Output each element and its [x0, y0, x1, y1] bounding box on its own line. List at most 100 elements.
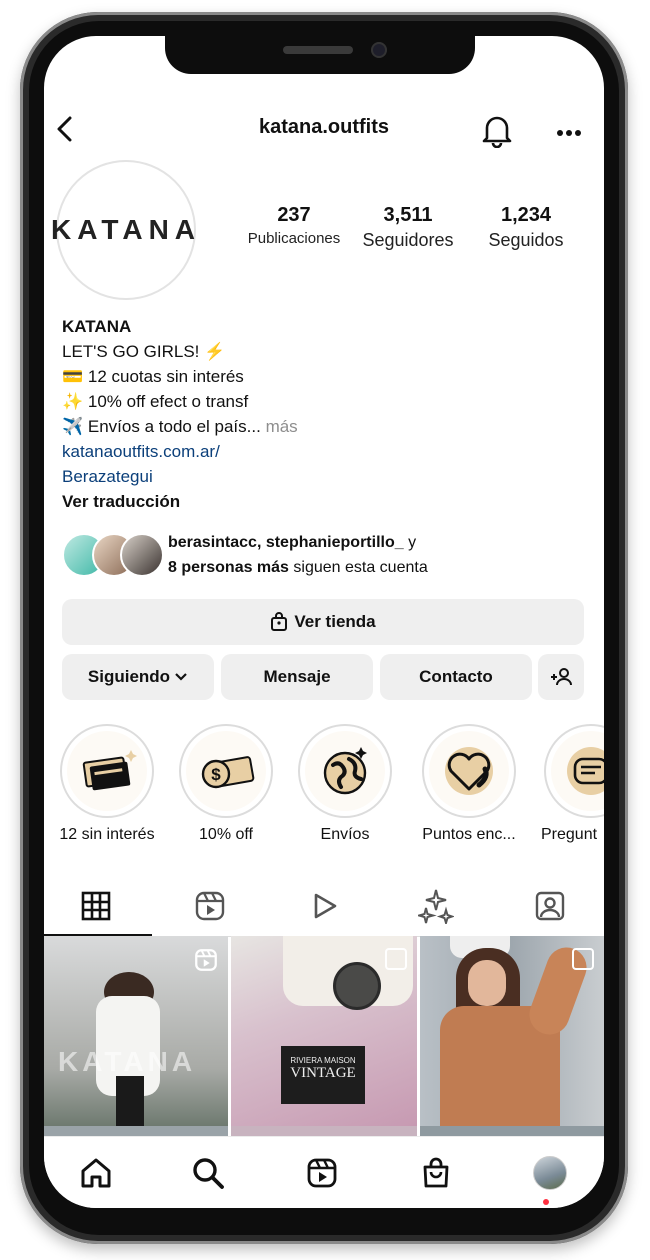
tab-videos[interactable]: [306, 888, 342, 924]
notifications-button[interactable]: [480, 112, 514, 153]
bio-line-4-row: ✈️ Envíos a todo el país... más: [62, 414, 592, 439]
nav-home[interactable]: [76, 1153, 116, 1193]
highlight-cover: [305, 731, 385, 811]
following-label: Seguidos: [488, 230, 564, 250]
highlight-envios[interactable]: Envíos: [290, 724, 400, 844]
sparkles-icon: [418, 889, 454, 924]
bio-website-link[interactable]: katanaoutfits.com.ar/: [62, 439, 592, 464]
profile-bio: KATANA LET'S GO GIRLS! ⚡ 💳 12 cuotas sin…: [62, 314, 592, 514]
highlight-ring: [422, 724, 516, 818]
money-icon: $: [201, 756, 255, 789]
nav-shop[interactable]: [416, 1153, 456, 1193]
followed-by-suffix: siguen esta cuenta: [288, 559, 428, 576]
tab-tagged[interactable]: [532, 888, 568, 924]
followers-label: Seguidores: [362, 230, 454, 250]
avatar-logo-text: KATANA: [50, 214, 202, 245]
nav-reels[interactable]: [302, 1153, 342, 1193]
bio-line-1: LET'S GO GIRLS! ⚡: [62, 342, 226, 361]
search-icon: [193, 1158, 224, 1189]
following-label-text: Siguiendo: [87, 667, 171, 686]
reels-icon: [195, 891, 225, 921]
highlight-puntos-encuentro[interactable]: Puntos enc...: [409, 724, 529, 844]
followed-by-and: y: [403, 534, 417, 551]
shopping-bag-icon: [271, 612, 288, 631]
highlight-label: 12 sin interés: [59, 826, 155, 843]
see-translation-link[interactable]: Ver traducción: [62, 489, 592, 514]
grid-post-2[interactable]: RIVIERA MAISON VINTAGE: [231, 936, 417, 1126]
grid-icon: [81, 891, 111, 921]
tab-posts-grid[interactable]: [78, 888, 114, 924]
following-button[interactable]: Siguiendo: [62, 654, 214, 700]
heart-icon: [445, 747, 493, 795]
view-shop-label: Ver tienda: [294, 612, 376, 631]
speaker: [283, 46, 353, 54]
globe-icon: [323, 747, 367, 795]
nav-profile[interactable]: [530, 1153, 570, 1193]
view-shop-button[interactable]: Ver tienda: [62, 599, 584, 645]
chat-icon: [567, 747, 604, 795]
photo-pants: [116, 1076, 144, 1126]
posts-grid: KATANA RIVIERA MAISON VINTAGE: [44, 936, 604, 1138]
highlight-label: Puntos enc...: [422, 826, 516, 843]
followers-stat[interactable]: 3,511 Seguidores: [350, 204, 466, 251]
multi-photo-icon: [385, 948, 407, 970]
highlight-label: 10% off: [199, 826, 253, 843]
message-button[interactable]: Mensaje: [221, 654, 373, 700]
grid-post-1[interactable]: KATANA: [44, 936, 228, 1126]
profile-name: KATANA: [62, 317, 132, 336]
bio-line-2: 💳 12 cuotas sin interés: [62, 367, 244, 386]
more-dots-icon: [557, 130, 581, 136]
nav-search[interactable]: [188, 1153, 228, 1193]
add-person-icon: [551, 668, 572, 686]
reels-icon: [307, 1158, 337, 1188]
bio-location-link[interactable]: Berazategui: [62, 464, 592, 489]
profile-tabs: [44, 876, 604, 937]
reels-badge-icon: [195, 949, 217, 971]
highlight-10-off[interactable]: $ 10% off: [171, 724, 281, 844]
posts-label: Publicaciones: [247, 230, 341, 247]
highlight-label: Pregunt: [541, 826, 598, 843]
highlight-ring: [544, 724, 604, 818]
grid-post-3[interactable]: [420, 936, 604, 1126]
bio-line-3: ✨ 10% off efect o transf: [62, 392, 249, 411]
multi-photo-icon: [572, 948, 594, 970]
profile-avatar[interactable]: KATANA: [51, 160, 196, 300]
highlight-cover: $: [186, 731, 266, 811]
label-line-2: VINTAGE: [290, 1065, 356, 1081]
contact-button[interactable]: Contacto: [380, 654, 532, 700]
highlight-cover: [429, 731, 509, 811]
photo-watermark: KATANA: [58, 1046, 197, 1077]
photo-patch: [333, 962, 381, 1010]
posts-stat[interactable]: 237 Publicaciones: [236, 204, 352, 247]
highlight-12-sin-interes[interactable]: 12 sin interés: [52, 724, 162, 844]
highlight-cover: [67, 731, 147, 811]
highlight-preguntas[interactable]: Pregunt: [536, 724, 604, 844]
bio-more-link[interactable]: más: [261, 417, 298, 436]
screen: katana.outfits KATANA 237 Publicaciones …: [44, 36, 604, 1208]
highlight-label: Envíos: [320, 826, 370, 843]
highlight-ring: $: [179, 724, 273, 818]
followed-by-row[interactable]: berasintacc, stephanieportillo_ y 8 pers…: [62, 530, 602, 580]
more-options-button[interactable]: [556, 124, 582, 142]
shopping-bag-icon: [423, 1157, 449, 1188]
photo-face: [468, 960, 506, 1006]
tab-reels[interactable]: [192, 888, 228, 924]
highlight-cover: [551, 731, 604, 811]
posts-count: 237: [277, 204, 311, 226]
suggested-users-button[interactable]: [538, 654, 584, 700]
tagged-person-icon: [535, 891, 565, 921]
highlight-ring: [60, 724, 154, 818]
following-stat[interactable]: 1,234 Seguidos: [468, 204, 584, 251]
credit-card-icon: [82, 750, 137, 791]
follower-avatar-3: [120, 533, 164, 577]
camera: [371, 42, 387, 58]
followed-by-count: 8 personas más: [168, 559, 289, 576]
svg-text:$: $: [211, 765, 221, 784]
label-line-1: RIVIERA MAISON: [290, 1056, 356, 1065]
chevron-down-icon: [175, 673, 187, 681]
tab-effects[interactable]: [418, 888, 454, 924]
home-icon: [81, 1158, 111, 1188]
profile-avatar-small: [533, 1156, 567, 1190]
following-count: 1,234: [500, 204, 552, 226]
bell-icon: [482, 116, 512, 149]
